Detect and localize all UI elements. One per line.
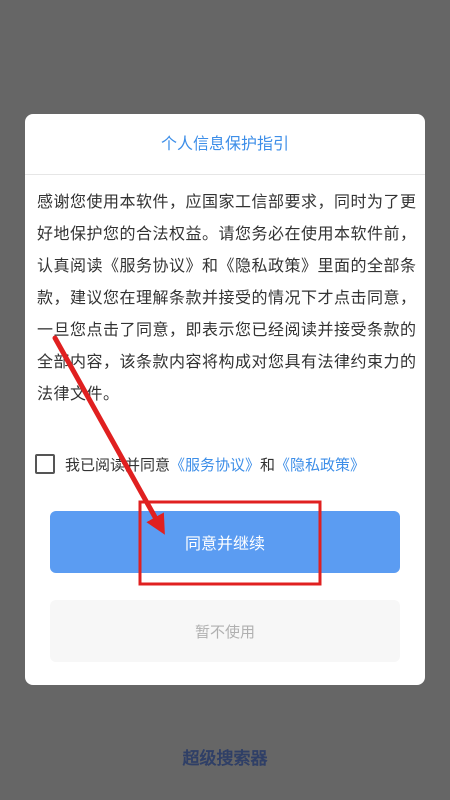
agree-continue-button[interactable]: 同意并继续 <box>50 511 400 573</box>
agree-row[interactable]: 我已阅读并同意 《服务协议》 和 《隐私政策》 <box>35 449 415 479</box>
app-name: 超级搜索器 <box>182 749 268 769</box>
dialog-title: 个人信息保护指引 <box>160 134 289 153</box>
dialog-body-text: 感谢您使用本软件，应国家工信部要求，同时为了更好地保护您的合法权益。请您务必在使… <box>37 192 417 403</box>
agree-checkbox[interactable] <box>35 454 55 474</box>
agree-prefix: 我已阅读并同意 <box>65 455 171 474</box>
decline-button[interactable]: 暂不使用 <box>50 600 400 662</box>
privacy-policy-link[interactable]: 《隐私政策》 <box>275 454 365 475</box>
and-text: 和 <box>260 455 276 474</box>
privacy-dialog: 个人信息保护指引 感谢您使用本软件，应国家工信部要求，同时为了更好地保护您的合法… <box>25 114 425 685</box>
title-divider <box>25 174 425 175</box>
service-agreement-link[interactable]: 《服务协议》 <box>170 454 260 475</box>
